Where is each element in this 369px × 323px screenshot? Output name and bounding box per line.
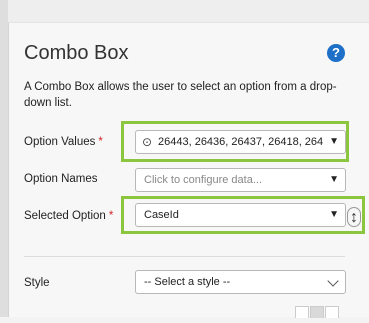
style-select-value: -- Select a style -- <box>144 276 231 288</box>
swatch[interactable] <box>295 306 309 318</box>
dropdown-arrow-icon: ▼ <box>329 136 339 147</box>
dropdown-arrow-icon: ▼ <box>329 209 339 220</box>
option-values-label: Option Values * <box>24 136 103 148</box>
option-names-dropdown[interactable]: Click to configure data... ▼ <box>135 168 346 192</box>
target-icon: ⊙ <box>142 135 153 149</box>
section-divider <box>24 256 345 257</box>
panel-title: Combo Box <box>24 42 129 64</box>
dropdown-arrow-icon: ▼ <box>329 174 339 185</box>
chevron-down-icon <box>327 275 339 287</box>
question-icon[interactable]: ? <box>327 44 345 62</box>
selected-option-dropdown[interactable]: CaseId ▼ <box>135 203 346 227</box>
left-edge <box>0 0 9 317</box>
selected-option-value: CaseId <box>144 209 179 221</box>
required-marker: * <box>98 136 103 148</box>
style-preview-swatches <box>295 305 340 318</box>
selected-option-label: Selected Option * <box>24 210 114 222</box>
option-names-placeholder: Click to configure data... <box>144 174 263 186</box>
required-marker: * <box>108 210 114 222</box>
option-names-label: Option Names <box>24 173 98 185</box>
resize-handle-icon[interactable]: ↕ <box>347 207 361 227</box>
top-bar <box>8 0 369 23</box>
swatch[interactable] <box>325 306 339 318</box>
option-values-dropdown[interactable]: ⊙ 26443, 26436, 26437, 26418, 264 ▼ <box>135 130 346 154</box>
style-select[interactable]: -- Select a style -- <box>135 270 346 294</box>
swatch[interactable] <box>310 306 324 318</box>
option-values-value: 26443, 26436, 26437, 26418, 264 <box>158 136 324 148</box>
panel-description: A Combo Box allows the user to select an… <box>24 81 337 109</box>
style-label: Style <box>24 277 50 289</box>
